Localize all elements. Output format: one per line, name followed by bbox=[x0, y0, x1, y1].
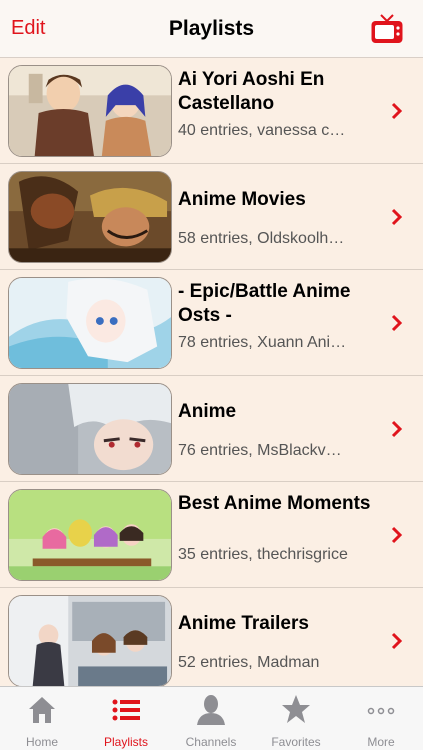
playlist-row[interactable]: Anime 76 entries, MsBlackv… bbox=[0, 376, 423, 482]
playlist-thumbnail bbox=[8, 595, 172, 686]
playlist-title: - Epic/Battle Anime Osts - bbox=[178, 281, 351, 326]
tab-channels[interactable]: Channels bbox=[169, 687, 253, 750]
playlist-list: Ai Yori Aoshi En Castellano 40 entries, … bbox=[0, 58, 423, 686]
playlist-row[interactable]: Ai Yori Aoshi En Castellano 40 entries, … bbox=[0, 58, 423, 164]
tab-label: Favorites bbox=[271, 735, 321, 749]
list-icon bbox=[112, 699, 140, 721]
playlist-row[interactable]: - Epic/Battle Anime Osts - 78 entries, X… bbox=[0, 270, 423, 376]
home-icon bbox=[29, 697, 55, 723]
tab-favorites[interactable]: Favorites bbox=[254, 687, 338, 750]
playlist-thumbnail bbox=[8, 489, 172, 581]
chevron-right-icon bbox=[391, 632, 403, 650]
tab-label: Channels bbox=[185, 735, 237, 749]
tab-playlists[interactable]: Playlists bbox=[84, 687, 168, 750]
chevron-right-icon bbox=[391, 314, 403, 332]
chevron-right-icon bbox=[391, 208, 403, 226]
playlist-subtitle: 58 entries, Oldskoolh… bbox=[178, 230, 345, 247]
tv-icon[interactable] bbox=[370, 13, 404, 45]
tab-label: Playlists bbox=[103, 735, 148, 749]
page-title: Playlists bbox=[168, 17, 255, 40]
playlist-title: Anime Movies bbox=[178, 189, 306, 210]
playlist-title: Anime Trailers bbox=[178, 613, 309, 634]
chevron-right-icon bbox=[391, 526, 403, 544]
more-icon bbox=[367, 707, 395, 715]
playlist-subtitle: 78 entries, Xuann Ani… bbox=[178, 334, 347, 351]
playlist-title: Best Anime Moments bbox=[178, 493, 371, 514]
playlist-thumbnail bbox=[8, 277, 172, 369]
playlist-subtitle: 76 entries, MsBlackv… bbox=[178, 442, 342, 459]
person-icon bbox=[197, 695, 225, 725]
star-icon bbox=[282, 695, 310, 723]
tab-label: Home bbox=[25, 735, 58, 749]
playlist-subtitle: 52 entries, Madman bbox=[178, 654, 320, 671]
playlist-title: Ai Yori Aoshi En Castellano bbox=[178, 69, 325, 114]
playlist-row[interactable]: Anime Movies 58 entries, Oldskoolh… bbox=[0, 164, 423, 270]
chevron-right-icon bbox=[391, 420, 403, 438]
playlist-row[interactable]: Anime Trailers 52 entries, Madman bbox=[0, 588, 423, 686]
playlist-thumbnail bbox=[8, 383, 172, 475]
tab-bar: Home Playlists Channels Favorites More bbox=[0, 686, 423, 750]
navigation-bar: Edit Playlists bbox=[0, 0, 423, 58]
playlist-subtitle: 35 entries, thechrisgrice bbox=[178, 546, 348, 563]
playlist-title: Anime bbox=[178, 401, 237, 422]
playlist-thumbnail bbox=[8, 171, 172, 263]
tab-home[interactable]: Home bbox=[0, 687, 84, 750]
playlist-thumbnail bbox=[8, 65, 172, 157]
tab-label: More bbox=[367, 735, 395, 749]
tab-more[interactable]: More bbox=[339, 687, 423, 750]
chevron-right-icon bbox=[391, 102, 403, 120]
playlist-row[interactable]: Best Anime Moments 35 entries, thechrisg… bbox=[0, 482, 423, 588]
playlist-subtitle: 40 entries, vanessa c… bbox=[178, 122, 346, 139]
